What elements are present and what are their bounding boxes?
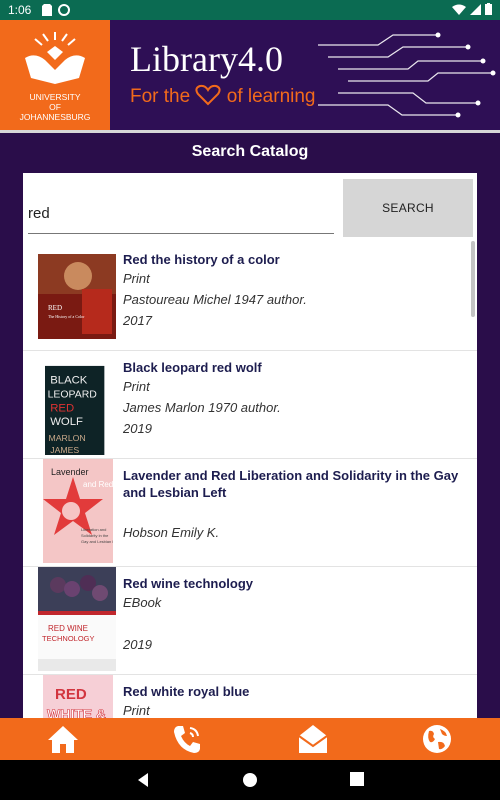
battery-icon (485, 3, 492, 15)
result-item[interactable]: RED WHITE & Red white royal blue Print (23, 675, 477, 718)
svg-text:WHITE &: WHITE & (47, 706, 106, 718)
home-circle-icon[interactable] (242, 772, 258, 788)
book-cover: Lavender and Red Liberation and Solidari… (43, 459, 113, 563)
search-button[interactable]: SEARCH (343, 179, 473, 237)
svg-text:JAMES: JAMES (50, 445, 79, 455)
status-time: 1:06 (8, 3, 32, 17)
search-input[interactable] (28, 193, 334, 234)
status-bar: 1:06 (0, 0, 500, 20)
svg-text:TECHNOLOGY: TECHNOLOGY (42, 634, 95, 643)
results-list[interactable]: RED The History of a Color Red the histo… (23, 243, 477, 718)
svg-text:RED: RED (48, 304, 62, 312)
sync-icon (58, 4, 70, 16)
uj-crest-icon (25, 32, 85, 84)
svg-text:MARLON: MARLON (48, 433, 85, 443)
result-format: Print (123, 271, 150, 286)
svg-text:LEOPARD: LEOPARD (48, 389, 98, 400)
svg-text:Lavender: Lavender (51, 467, 89, 477)
circuit-decoration (318, 32, 496, 118)
result-title[interactable]: Black leopard red wolf (123, 359, 468, 376)
header-divider (0, 130, 500, 133)
svg-text:Solidarity in the: Solidarity in the (81, 533, 109, 538)
brand-title: Library4.0 (130, 39, 283, 79)
heart-icon (195, 84, 222, 106)
svg-text:and Red: and Red (83, 480, 113, 489)
bottom-nav (0, 718, 500, 760)
svg-text:RED WINE: RED WINE (48, 624, 88, 633)
system-nav-bar (0, 760, 500, 800)
brand-tagline: For the of learning (130, 84, 316, 107)
svg-text:RED: RED (50, 402, 74, 414)
result-title[interactable]: Lavender and Red Liberation and Solidari… (123, 467, 468, 501)
result-format: EBook (123, 595, 162, 610)
result-format (123, 501, 468, 522)
page-title: Search Catalog (191, 143, 309, 160)
svg-text:The History of a Color: The History of a Color (48, 314, 85, 319)
result-item[interactable]: RED WINE TECHNOLOGY Red wine technology … (23, 567, 477, 675)
result-year: 2017 (123, 313, 152, 328)
search-panel: SEARCH RED The History of a Color Red th… (23, 173, 477, 718)
back-icon[interactable] (136, 772, 150, 788)
result-item[interactable]: Lavender and Red Liberation and Solidari… (23, 459, 477, 567)
book-cover: BLACK LEOPARD RED WOLF MARLON JAMES (45, 365, 105, 455)
result-year: 2019 (123, 637, 152, 652)
app-header: UNIVERSITY OF JOHANNESBURG Library4.0 Fo… (0, 20, 500, 130)
home-icon[interactable] (46, 722, 80, 756)
book-cover: RED WHITE & (43, 675, 113, 718)
result-item[interactable]: BLACK LEOPARD RED WOLF MARLON JAMES Blac… (23, 351, 477, 459)
svg-text:Gay and Lesbian Left: Gay and Lesbian Left (81, 539, 113, 544)
result-year: 2019 (123, 421, 152, 436)
phone-icon[interactable] (170, 722, 204, 756)
result-author (123, 613, 468, 634)
signal-icon (470, 3, 481, 15)
wifi-icon (452, 4, 466, 15)
mail-icon[interactable] (296, 722, 330, 756)
university-name: UNIVERSITY OF JOHANNESBURG (19, 92, 91, 122)
scrollbar[interactable] (471, 241, 475, 317)
result-title[interactable]: Red wine technology (123, 575, 468, 592)
book-cover: RED WINE TECHNOLOGY (38, 567, 116, 671)
svg-text:RED: RED (55, 686, 87, 703)
svg-text:WOLF: WOLF (50, 416, 83, 428)
result-item[interactable]: RED The History of a Color Red the histo… (23, 243, 477, 351)
result-year (123, 543, 468, 564)
book-cover: RED The History of a Color (38, 254, 116, 339)
result-format: Print (123, 379, 150, 394)
result-title[interactable]: Red white royal blue (123, 683, 468, 700)
globe-icon[interactable] (420, 722, 454, 756)
result-author: James Marlon 1970 author. (123, 400, 281, 415)
recents-icon[interactable] (350, 772, 364, 786)
result-author: Hobson Emily K. (123, 525, 220, 540)
sd-card-icon (42, 4, 52, 16)
result-format: Print (123, 703, 150, 718)
university-logo[interactable]: UNIVERSITY OF JOHANNESBURG (0, 20, 110, 130)
svg-text:BLACK: BLACK (50, 374, 88, 386)
result-author: Pastoureau Michel 1947 author. (123, 292, 307, 307)
result-title[interactable]: Red the history of a color (123, 251, 468, 268)
svg-text:Liberation and: Liberation and (81, 527, 106, 532)
